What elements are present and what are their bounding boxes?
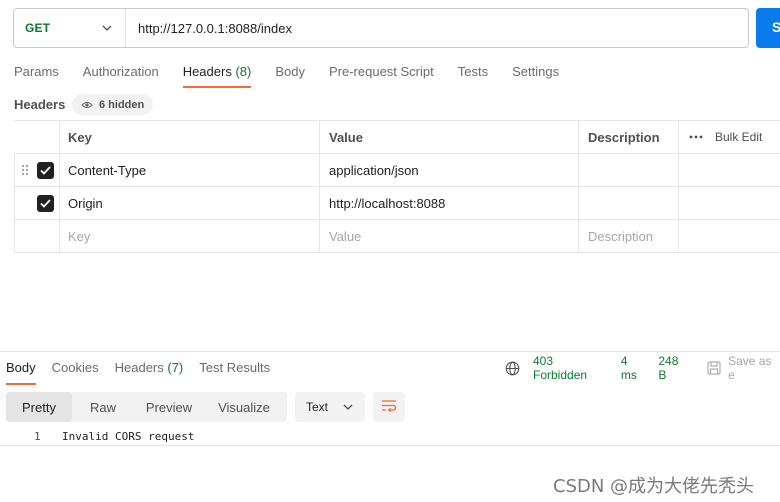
more-dots-icon xyxy=(689,135,703,139)
table-row-new: Key Value Description xyxy=(14,220,780,253)
tab-authorization[interactable]: Authorization xyxy=(83,62,159,88)
column-value: Value xyxy=(320,121,579,153)
status-code[interactable]: 403 Forbidden xyxy=(533,354,609,382)
watermark: CSDN @成为大佬先秃头 xyxy=(553,476,755,497)
new-key-input[interactable]: Key xyxy=(60,220,320,252)
response-tab-headers-count: (7) xyxy=(167,360,184,375)
header-key[interactable]: Origin xyxy=(60,187,320,219)
line-number: 1 xyxy=(34,430,41,443)
row-extra-cell xyxy=(679,187,780,219)
row-checkbox[interactable] xyxy=(37,195,54,212)
response-size[interactable]: 248 B xyxy=(658,354,689,382)
save-icon xyxy=(707,361,721,375)
header-description[interactable] xyxy=(579,154,679,186)
response-body-line: Invalid CORS request xyxy=(62,430,195,443)
send-button[interactable]: S xyxy=(756,8,780,48)
table-row: Content-Type application/json xyxy=(14,154,780,187)
header-value[interactable]: application/json xyxy=(320,154,579,186)
bulk-edit-button[interactable]: Bulk Edit xyxy=(679,121,780,153)
save-response-label: Save as e xyxy=(728,354,772,382)
globe-icon[interactable] xyxy=(505,361,520,376)
row-extra-cell xyxy=(679,220,780,252)
chevron-down-icon xyxy=(342,401,354,413)
headers-table: Key Value Description Bulk Edit Content-… xyxy=(14,120,780,253)
tab-headers[interactable]: Headers (8) xyxy=(182,62,252,88)
save-response-button[interactable]: Save as e xyxy=(707,354,780,382)
row-select-cell xyxy=(14,220,60,252)
tab-headers-count: (8) xyxy=(235,64,252,79)
header-cell-select xyxy=(14,121,60,153)
chevron-down-icon xyxy=(101,22,113,34)
headers-section-title: Headers xyxy=(14,97,66,112)
new-value-input[interactable]: Value xyxy=(320,220,579,252)
tab-settings[interactable]: Settings xyxy=(512,62,559,88)
new-description-input[interactable]: Description xyxy=(579,220,679,252)
bulk-edit-label: Bulk Edit xyxy=(715,130,763,144)
hidden-headers-toggle[interactable]: 6 hidden xyxy=(72,94,154,115)
response-tab-cookies[interactable]: Cookies xyxy=(52,359,99,385)
response-time[interactable]: 4 ms xyxy=(621,354,647,382)
tab-params[interactable]: Params xyxy=(14,62,59,88)
view-visualize-button[interactable]: Visualize xyxy=(204,392,284,422)
drag-handle-icon[interactable] xyxy=(21,164,29,179)
response-body-editor[interactable]: 1 Invalid CORS request xyxy=(0,428,780,446)
view-raw-button[interactable]: Raw xyxy=(72,392,134,422)
response-tab-test-results[interactable]: Test Results xyxy=(199,359,270,385)
format-select[interactable]: Text xyxy=(295,392,365,422)
request-tabs: Params Authorization Headers (8) Body Pr… xyxy=(14,62,583,90)
tab-pre-request-script[interactable]: Pre-request Script xyxy=(329,62,434,88)
view-preview-button[interactable]: Preview xyxy=(134,392,204,422)
wrap-lines-button[interactable] xyxy=(373,392,405,422)
method-label: GET xyxy=(25,21,51,35)
hidden-headers-label: 6 hidden xyxy=(99,98,145,111)
header-key[interactable]: Content-Type xyxy=(60,154,320,186)
row-select-cell xyxy=(14,187,60,219)
column-key: Key xyxy=(60,121,320,153)
tab-body[interactable]: Body xyxy=(275,62,305,88)
bulk-edit: Bulk Edit xyxy=(689,130,762,144)
response-tab-body[interactable]: Body xyxy=(6,359,36,385)
table-header-row: Key Value Description Bulk Edit xyxy=(14,121,780,154)
response-tab-headers-label: Headers xyxy=(114,360,164,375)
row-checkbox[interactable] xyxy=(37,162,54,179)
view-pretty-button[interactable]: Pretty xyxy=(6,392,72,422)
table-row: Origin http://localhost:8088 xyxy=(14,187,780,220)
method-select[interactable]: GET xyxy=(14,9,126,47)
response-tab-headers[interactable]: Headers (7) xyxy=(115,359,184,385)
row-select-cell xyxy=(14,154,60,186)
wrap-lines-icon xyxy=(381,399,397,415)
column-description: Description xyxy=(579,121,679,153)
tab-tests[interactable]: Tests xyxy=(458,62,488,88)
eye-icon xyxy=(81,101,93,109)
response-status-row: 403 Forbidden 4 ms 248 B Save as e xyxy=(505,354,780,382)
header-value[interactable]: http://localhost:8088 xyxy=(320,187,579,219)
row-extra-cell xyxy=(679,154,780,186)
header-description[interactable] xyxy=(579,187,679,219)
url-input[interactable]: http://127.0.0.1:8088/index xyxy=(126,21,292,36)
tab-headers-label: Headers xyxy=(182,64,232,79)
response-tabs: Body Cookies Headers (7) Test Results xyxy=(6,359,286,385)
view-mode-group: Pretty Raw Preview Visualize xyxy=(6,392,287,422)
url-bar: GET http://127.0.0.1:8088/index xyxy=(13,8,749,48)
format-label: Text xyxy=(306,400,329,414)
response-divider[interactable] xyxy=(0,351,780,352)
